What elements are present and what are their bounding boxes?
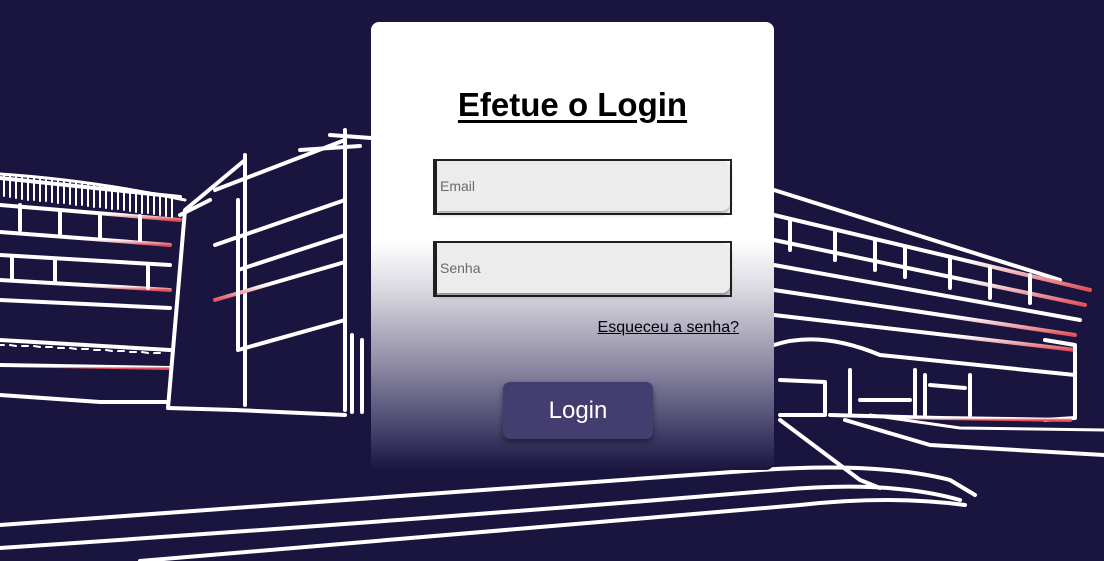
login-card: Efetue o Login Esqueceu a senha? Login bbox=[371, 22, 774, 470]
forgot-password-link[interactable]: Esqueceu a senha? bbox=[598, 319, 739, 337]
login-title: Efetue o Login bbox=[457, 86, 688, 123]
password-input[interactable] bbox=[437, 243, 730, 293]
password-field-frame bbox=[433, 241, 732, 297]
email-input[interactable] bbox=[437, 161, 730, 211]
login-button[interactable]: Login bbox=[503, 382, 653, 439]
email-field-frame bbox=[433, 159, 732, 215]
